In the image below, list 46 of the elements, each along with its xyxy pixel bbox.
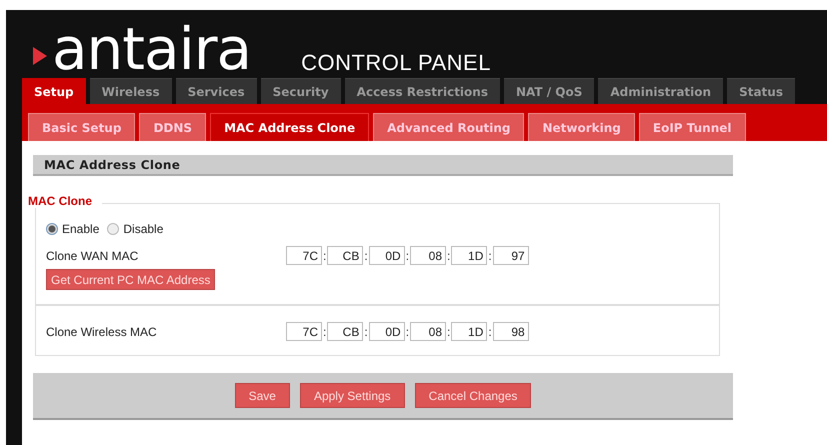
mac-octet-field[interactable]: 0D (368, 246, 405, 265)
sub-tab[interactable]: MAC Address Clone (210, 113, 370, 141)
mac-octet-field[interactable]: 98 (492, 322, 529, 341)
mac-octet-field[interactable]: 7C (286, 246, 322, 265)
radio-option[interactable]: Disable (107, 222, 164, 236)
mac-octet-field[interactable]: 1D (451, 322, 488, 341)
nav-tab[interactable]: NAT / QoS (504, 78, 594, 104)
colon-separator: : (363, 248, 369, 262)
fieldset-legend: MAC Clone (28, 194, 102, 208)
footer-button[interactable]: Cancel Changes (414, 383, 532, 408)
colon-separator: : (487, 248, 493, 262)
nav-tab[interactable]: Setup (22, 78, 86, 104)
nav-tab[interactable]: Services (176, 78, 257, 104)
mac-octet-field[interactable]: 97 (492, 246, 529, 265)
nav-tab[interactable]: Wireless (90, 78, 172, 104)
mac-octet-field[interactable]: CB (327, 322, 364, 341)
footer-button[interactable]: Save (234, 383, 290, 408)
colon-separator: : (404, 324, 410, 338)
mac-octet-field[interactable]: 0D (368, 322, 405, 341)
mac-octet-field[interactable]: 1D (451, 246, 488, 265)
radio-icon[interactable] (107, 223, 120, 235)
nav-tab[interactable]: Status (727, 78, 795, 104)
colon-separator: : (446, 248, 452, 262)
mac-octet-field[interactable]: 7C (286, 322, 322, 341)
nav-tab[interactable]: Security (260, 78, 341, 104)
footer-button[interactable]: Apply Settings (300, 383, 405, 408)
get-mac-button[interactable]: Get Current PC MAC Address (46, 269, 216, 290)
colon-separator: : (322, 324, 328, 338)
colon-separator: : (363, 324, 369, 338)
mac-octet-field[interactable]: 08 (410, 246, 446, 265)
field-label: Clone WAN MAC (46, 248, 140, 262)
nav-tab[interactable]: Access Restrictions (344, 78, 500, 104)
radio-icon[interactable] (46, 223, 58, 235)
colon-separator: : (322, 248, 328, 262)
colon-separator: : (404, 248, 410, 262)
colon-separator: : (446, 324, 452, 338)
radio-option[interactable]: Enable (46, 222, 100, 236)
field-label: Clone Wireless MAC (46, 324, 158, 338)
play-icon (32, 46, 48, 66)
mac-octet-field[interactable]: 08 (410, 322, 446, 341)
nav-tab[interactable]: Administration (598, 78, 724, 104)
logo: antaira (52, 20, 252, 78)
mac-octet-field[interactable]: CB (327, 246, 364, 265)
colon-separator: : (487, 324, 493, 338)
panel-title: CONTROL PANEL (301, 50, 491, 76)
section-header: MAC Address Clone (33, 155, 733, 176)
